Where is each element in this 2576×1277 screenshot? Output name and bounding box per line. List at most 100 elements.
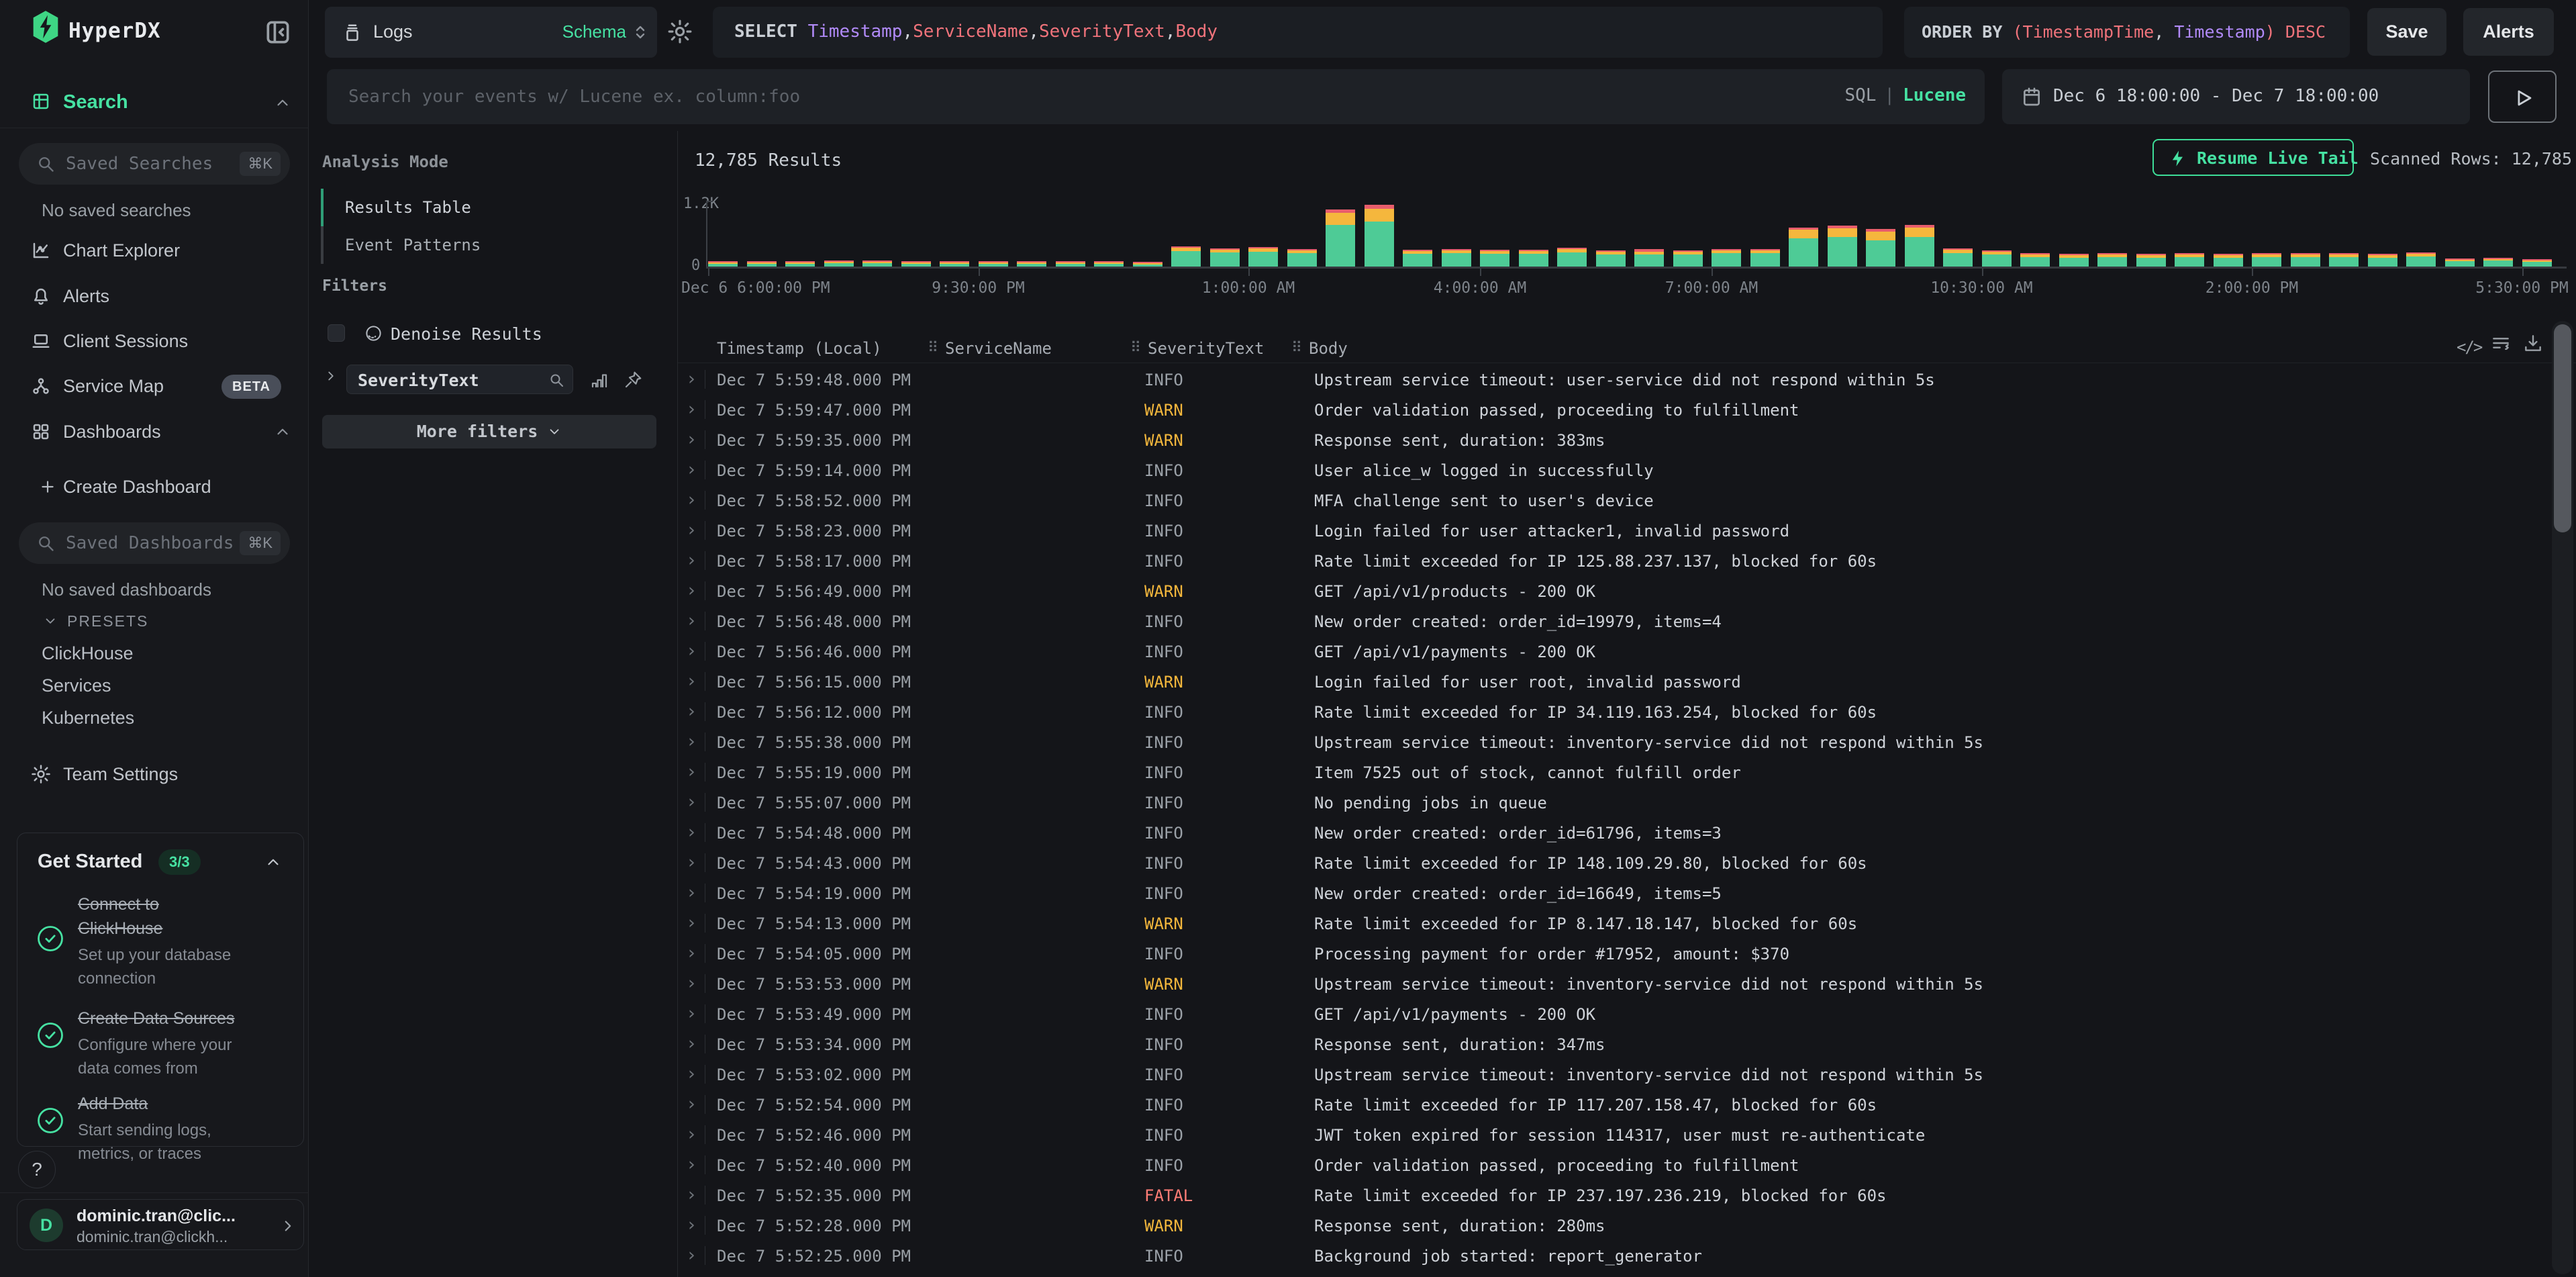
user-menu[interactable]: D dominic.tran@clic... dominic.tran@clic… xyxy=(17,1199,304,1250)
col-header-timestamp[interactable]: Timestamp (Local) xyxy=(717,339,882,358)
log-row[interactable]: › Dec 7 5:52:25.000 PM INFO Background j… xyxy=(678,1241,2576,1271)
chart-bar[interactable] xyxy=(2406,252,2436,267)
saved-dashboards-input[interactable] xyxy=(66,522,234,564)
chart-bar[interactable] xyxy=(901,261,931,267)
chart-bar[interactable] xyxy=(747,261,777,267)
log-row[interactable]: › Dec 7 5:52:46.000 PM INFO JWT token ex… xyxy=(678,1120,2576,1150)
expand-row-chevron-icon[interactable]: › xyxy=(686,399,697,420)
chart-bar[interactable] xyxy=(2368,254,2397,267)
more-filters-button[interactable]: More filters xyxy=(322,415,656,448)
log-row[interactable]: › Dec 7 5:56:48.000 PM INFO New order cr… xyxy=(678,606,2576,636)
chart-bar[interactable] xyxy=(2136,254,2166,267)
chart-bar[interactable] xyxy=(1828,226,1857,267)
expand-row-chevron-icon[interactable]: › xyxy=(686,943,697,963)
preset-services[interactable]: Services xyxy=(42,675,111,696)
sidebar-item-alerts[interactable]: Alerts xyxy=(0,277,309,317)
chart-bar[interactable] xyxy=(1943,248,1973,267)
expand-row-chevron-icon[interactable]: › xyxy=(686,550,697,571)
chart-bar[interactable] xyxy=(785,261,815,267)
chart-bar[interactable] xyxy=(1403,250,1432,267)
expand-row-chevron-icon[interactable]: › xyxy=(686,1124,697,1145)
create-dashboard-button[interactable]: Create Dashboard xyxy=(0,467,309,508)
chart-bar[interactable] xyxy=(1094,261,1124,267)
expand-row-chevron-icon[interactable]: › xyxy=(686,459,697,480)
sidebar-item-service-map[interactable]: Service Map BETA xyxy=(0,367,309,407)
chart-bar[interactable] xyxy=(1133,262,1162,267)
log-row[interactable]: › Dec 7 5:54:43.000 PM INFO Rate limit e… xyxy=(678,848,2576,878)
time-range-picker[interactable]: Dec 6 18:00:00 - Dec 7 18:00:00 xyxy=(2002,69,2470,124)
chart-bar[interactable] xyxy=(1056,261,1085,267)
chart-bar[interactable] xyxy=(1326,209,1355,267)
expand-row-chevron-icon[interactable]: › xyxy=(686,610,697,631)
expand-row-chevron-icon[interactable]: › xyxy=(686,520,697,540)
chart-bar[interactable] xyxy=(1365,205,1394,267)
log-row[interactable]: › Dec 7 5:55:07.000 PM INFO No pending j… xyxy=(678,788,2576,818)
col-header-severitytext[interactable]: SeverityText xyxy=(1148,339,1264,358)
expand-row-chevron-icon[interactable]: › xyxy=(686,1094,697,1115)
expand-row-chevron-icon[interactable]: › xyxy=(686,1033,697,1054)
chart-bar[interactable] xyxy=(2059,254,2089,267)
tab-event-patterns[interactable]: Event Patterns xyxy=(345,226,481,264)
expand-row-chevron-icon[interactable]: › xyxy=(686,580,697,601)
log-row[interactable]: › Dec 7 5:59:48.000 PM INFO Upstream ser… xyxy=(678,365,2576,395)
tab-results-table[interactable]: Results Table xyxy=(345,189,471,226)
log-row[interactable]: › Dec 7 5:54:48.000 PM INFO New order cr… xyxy=(678,818,2576,848)
expand-row-chevron-icon[interactable]: › xyxy=(686,1245,697,1266)
sidebar-item-dashboards[interactable]: Dashboards xyxy=(0,412,309,453)
chart-bar[interactable] xyxy=(979,261,1008,267)
chart-bar[interactable] xyxy=(2097,253,2127,267)
chart-bar[interactable] xyxy=(1442,249,1471,267)
chart-bar[interactable] xyxy=(1171,246,1201,267)
expand-row-chevron-icon[interactable]: › xyxy=(686,792,697,812)
chart-bar[interactable] xyxy=(2445,258,2475,267)
sidebar-item-client-sessions[interactable]: Client Sessions xyxy=(0,322,309,362)
log-row[interactable]: › Dec 7 5:53:02.000 PM INFO Upstream ser… xyxy=(678,1059,2576,1090)
chart-bar[interactable] xyxy=(1905,225,1934,267)
log-row[interactable]: › Dec 7 5:54:13.000 PM WARN Rate limit e… xyxy=(678,908,2576,939)
log-row[interactable]: › Dec 7 5:52:54.000 PM INFO Rate limit e… xyxy=(678,1090,2576,1120)
saved-searches-search[interactable]: ⌘K xyxy=(19,143,290,185)
log-row[interactable]: › Dec 7 5:53:34.000 PM INFO Response sen… xyxy=(678,1029,2576,1059)
chevron-up-icon[interactable] xyxy=(264,853,282,871)
col-header-body[interactable]: Body xyxy=(1309,339,1348,358)
chart-bar[interactable] xyxy=(1519,250,1548,267)
expand-row-chevron-icon[interactable]: › xyxy=(686,641,697,661)
expand-row-chevron-icon[interactable]: › xyxy=(686,429,697,450)
log-row[interactable]: › Dec 7 5:58:52.000 PM INFO MFA challeng… xyxy=(678,485,2576,516)
chart-bar[interactable] xyxy=(1982,250,2012,267)
log-row[interactable]: › Dec 7 5:58:17.000 PM INFO Rate limit e… xyxy=(678,546,2576,576)
collapse-sidebar-icon[interactable] xyxy=(263,17,293,47)
chevron-right-icon[interactable] xyxy=(324,369,338,383)
query-settings-gear-icon[interactable] xyxy=(667,19,693,44)
log-row[interactable]: › Dec 7 5:55:19.000 PM INFO Item 7525 ou… xyxy=(678,757,2576,788)
chart-bar[interactable] xyxy=(1750,249,1780,267)
chevron-up-icon[interactable] xyxy=(274,423,291,440)
log-row[interactable]: › Dec 7 5:53:53.000 PM WARN Upstream ser… xyxy=(678,969,2576,999)
log-row[interactable]: › Dec 7 5:56:46.000 PM INFO GET /api/v1/… xyxy=(678,636,2576,667)
expand-row-chevron-icon[interactable]: › xyxy=(686,1184,697,1205)
chart-bar[interactable] xyxy=(1712,249,1741,267)
view-source-icon[interactable]: </> xyxy=(2457,338,2478,359)
event-search-input[interactable] xyxy=(348,69,1731,124)
log-row[interactable]: › Dec 7 5:54:05.000 PM INFO Processing p… xyxy=(678,939,2576,969)
expand-row-chevron-icon[interactable]: › xyxy=(686,369,697,389)
expand-row-chevron-icon[interactable]: › xyxy=(686,1003,697,1024)
chart-bar[interactable] xyxy=(1210,248,1240,267)
expand-row-chevron-icon[interactable]: › xyxy=(686,1154,697,1175)
chart-bar[interactable] xyxy=(1866,229,1895,267)
expand-row-chevron-icon[interactable]: › xyxy=(686,822,697,843)
chart-bar[interactable] xyxy=(2329,253,2359,267)
expand-row-chevron-icon[interactable]: › xyxy=(686,731,697,752)
chart-bar[interactable] xyxy=(2252,253,2281,267)
help-button[interactable]: ? xyxy=(18,1151,56,1188)
scrollbar-thumb[interactable] xyxy=(2554,324,2571,532)
log-row[interactable]: › Dec 7 5:54:19.000 PM INFO New order cr… xyxy=(678,878,2576,908)
saved-searches-input[interactable] xyxy=(66,143,234,185)
select-clause-input[interactable]: SELECT Timestamp,ServiceName,SeverityTex… xyxy=(713,7,1883,58)
log-row[interactable]: › Dec 7 5:59:14.000 PM INFO User alice_w… xyxy=(678,455,2576,485)
chart-bar[interactable] xyxy=(2483,258,2513,267)
log-row[interactable]: › Dec 7 5:56:12.000 PM INFO Rate limit e… xyxy=(678,697,2576,727)
sidebar-item-team-settings[interactable]: Team Settings xyxy=(0,755,309,795)
drag-handle-icon[interactable]: ⠿ xyxy=(1130,339,1141,357)
expand-row-chevron-icon[interactable]: › xyxy=(686,1063,697,1084)
